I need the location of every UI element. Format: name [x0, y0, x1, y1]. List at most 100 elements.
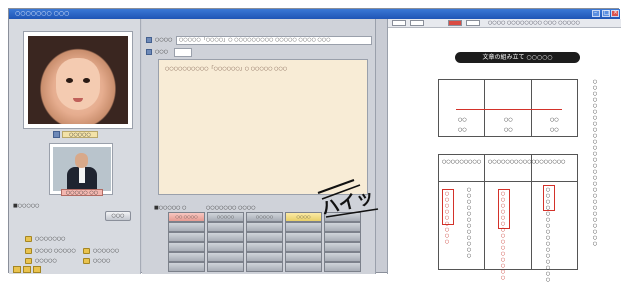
- grid-cell[interactable]: [324, 262, 361, 272]
- close-button[interactable]: ×: [611, 9, 619, 17]
- option-2[interactable]: ○○○○ ○○○○○: [25, 247, 76, 255]
- option-1[interactable]: ○○○○○○○: [25, 235, 66, 243]
- student-eye-right: [83, 78, 90, 83]
- grid-cell[interactable]: [246, 232, 283, 242]
- center-panel: ○○○○ ○○○○○「○○○○」○ ○○○○○○○○○ ○○○○○ ○○○○ ○…: [142, 19, 376, 274]
- topic-input[interactable]: ○○○○○「○○○○」○ ○○○○○○○○○ ○○○○○ ○○○○ ○○○: [176, 36, 372, 45]
- option-3[interactable]: ○○○○○○: [83, 247, 119, 255]
- maximize-button[interactable]: □: [602, 9, 610, 17]
- vertical-text-1: ○○○○○○○○○: [444, 191, 450, 245]
- grid-cell[interactable]: ○○○○○: [207, 212, 244, 222]
- grid-cell[interactable]: [168, 232, 205, 242]
- student-name-tag: ○○○○○: [62, 131, 98, 138]
- bottom-toolbar: [13, 266, 43, 274]
- grid-cell[interactable]: [207, 252, 244, 262]
- grid-cell[interactable]: [324, 232, 361, 242]
- field-topic: ○○○○ ○○○○○「○○○○」○ ○○○○○○○○○ ○○○○○ ○○○○ ○…: [146, 36, 372, 45]
- grid-cell[interactable]: [168, 242, 205, 252]
- grid-cell[interactable]: [246, 252, 283, 262]
- side-vertical-text: ○○○○○○○○○○○○○○○○○○○○○○○○○○○○: [592, 79, 598, 247]
- option-3-icon: [83, 248, 90, 254]
- type-select[interactable]: [174, 48, 192, 57]
- notes-area[interactable]: ○○○○○○○○○○「○○○○○○」○ ○○○○○ ○○○: [158, 59, 368, 195]
- diagram-divider: [531, 79, 532, 137]
- teacher-video-frame: [49, 143, 113, 195]
- grid-cell[interactable]: [168, 222, 205, 232]
- pen-tool[interactable]: [448, 20, 462, 26]
- grid-cell[interactable]: [285, 252, 322, 262]
- minimize-button[interactable]: –: [592, 9, 600, 17]
- teacher-head: [75, 153, 88, 168]
- teacher-name-tag: ○○○○○ ○○: [61, 189, 103, 196]
- vertical-text-2: ○○○○○○○○○○○○: [466, 187, 472, 259]
- diagram-divider: [484, 154, 485, 270]
- grid-cell[interactable]: [207, 222, 244, 232]
- diagram-row-divider: [438, 181, 578, 182]
- viewer-tool-2[interactable]: [410, 20, 424, 26]
- option-1-icon: [25, 236, 32, 242]
- response-overlay: ハイッ: [317, 179, 379, 219]
- app-window: ○○○○○○○ ○○○ – □ × ○○○○○ ○○○○○ ○○ ■○○○○○ …: [8, 8, 621, 283]
- option-4-icon: [25, 258, 32, 264]
- heading-right: ○○: [550, 117, 559, 123]
- student-photo-frame: [23, 31, 133, 129]
- grid-cell[interactable]: [246, 262, 283, 272]
- sub-right: ○○: [550, 127, 559, 133]
- minimize-icon: –: [594, 9, 597, 16]
- maximize-icon: □: [604, 9, 610, 16]
- grid-cell[interactable]: [207, 262, 244, 272]
- grid-cell[interactable]: [285, 242, 322, 252]
- flow-arrow: [456, 109, 562, 110]
- window-title: ○○○○○○○ ○○○: [15, 10, 70, 17]
- heading-mid: ○○: [504, 117, 513, 123]
- grid-cell[interactable]: [246, 222, 283, 232]
- row-left: ○○○○○○○○○: [442, 159, 482, 165]
- heading-left: ○○: [458, 117, 467, 123]
- viewer-toolbar: ○○○○ ○○○○○○○○ ○○○ ○○○○○: [388, 19, 621, 28]
- grid-cell[interactable]: ○○ ○○○○: [168, 212, 205, 222]
- grid-cell[interactable]: [285, 262, 322, 272]
- student-photo: [28, 36, 128, 124]
- grid-cell[interactable]: [246, 242, 283, 252]
- sub-left: ○○: [458, 127, 467, 133]
- apply-button[interactable]: ○○○: [105, 211, 131, 221]
- teacher-video: [53, 147, 111, 191]
- grid-cell[interactable]: [168, 262, 205, 272]
- record-icon[interactable]: [13, 266, 21, 273]
- vertical-text-3: ○○○○○○○○○○○○○○○: [500, 191, 506, 281]
- option-2-icon: [25, 248, 32, 254]
- grid-cell[interactable]: [324, 242, 361, 252]
- option-5[interactable]: ○○○○: [83, 257, 110, 265]
- control-section-label: ■○○○○○: [13, 203, 40, 209]
- pause-icon[interactable]: [23, 266, 31, 273]
- diagram-divider: [484, 79, 485, 137]
- viewer-title: ○○○○ ○○○○○○○○ ○○○ ○○○○○: [488, 20, 581, 26]
- option-5-icon: [83, 258, 90, 264]
- grid-cell[interactable]: [324, 252, 361, 262]
- grid-cell[interactable]: [285, 232, 322, 242]
- student-eye-left: [66, 78, 73, 83]
- viewer-tool-1[interactable]: [392, 20, 406, 26]
- grid-cell[interactable]: ○○○○○: [246, 212, 283, 222]
- eraser-tool[interactable]: [466, 20, 480, 26]
- grid-cell[interactable]: [285, 222, 322, 232]
- topic-label: ○○○○: [155, 37, 173, 43]
- option-4[interactable]: ○○○○○: [25, 257, 57, 265]
- stop-icon[interactable]: [33, 266, 41, 273]
- teacher-shirt: [79, 167, 85, 183]
- field-type: ○○○: [146, 48, 226, 57]
- row-mid: ○○○○○○○○○○○: [488, 159, 536, 165]
- grid-cell[interactable]: [168, 252, 205, 262]
- row-right: ○○○○○○○: [535, 159, 566, 165]
- response-grid-label: ■○○○○○ ○: [154, 205, 187, 211]
- close-icon: ×: [613, 9, 619, 16]
- grid-cell[interactable]: [207, 242, 244, 252]
- notes-text: ○○○○○○○○○○「○○○○○○」○ ○○○○○ ○○○: [165, 66, 288, 72]
- grid-cell[interactable]: [324, 222, 361, 232]
- response-grid-header: ○○○○○○○ ○○○○: [206, 205, 256, 211]
- grid-cell[interactable]: [207, 232, 244, 242]
- response-grid: ○○ ○○○○ ○○○○○ ○○○○○ ○○○○: [168, 212, 368, 272]
- vertical-text-4: ○○○○○○○○○○○○○○○○: [545, 187, 551, 283]
- title-bar: ○○○○○○○ ○○○ – □ ×: [9, 9, 620, 19]
- student-status-icon[interactable]: [53, 131, 60, 138]
